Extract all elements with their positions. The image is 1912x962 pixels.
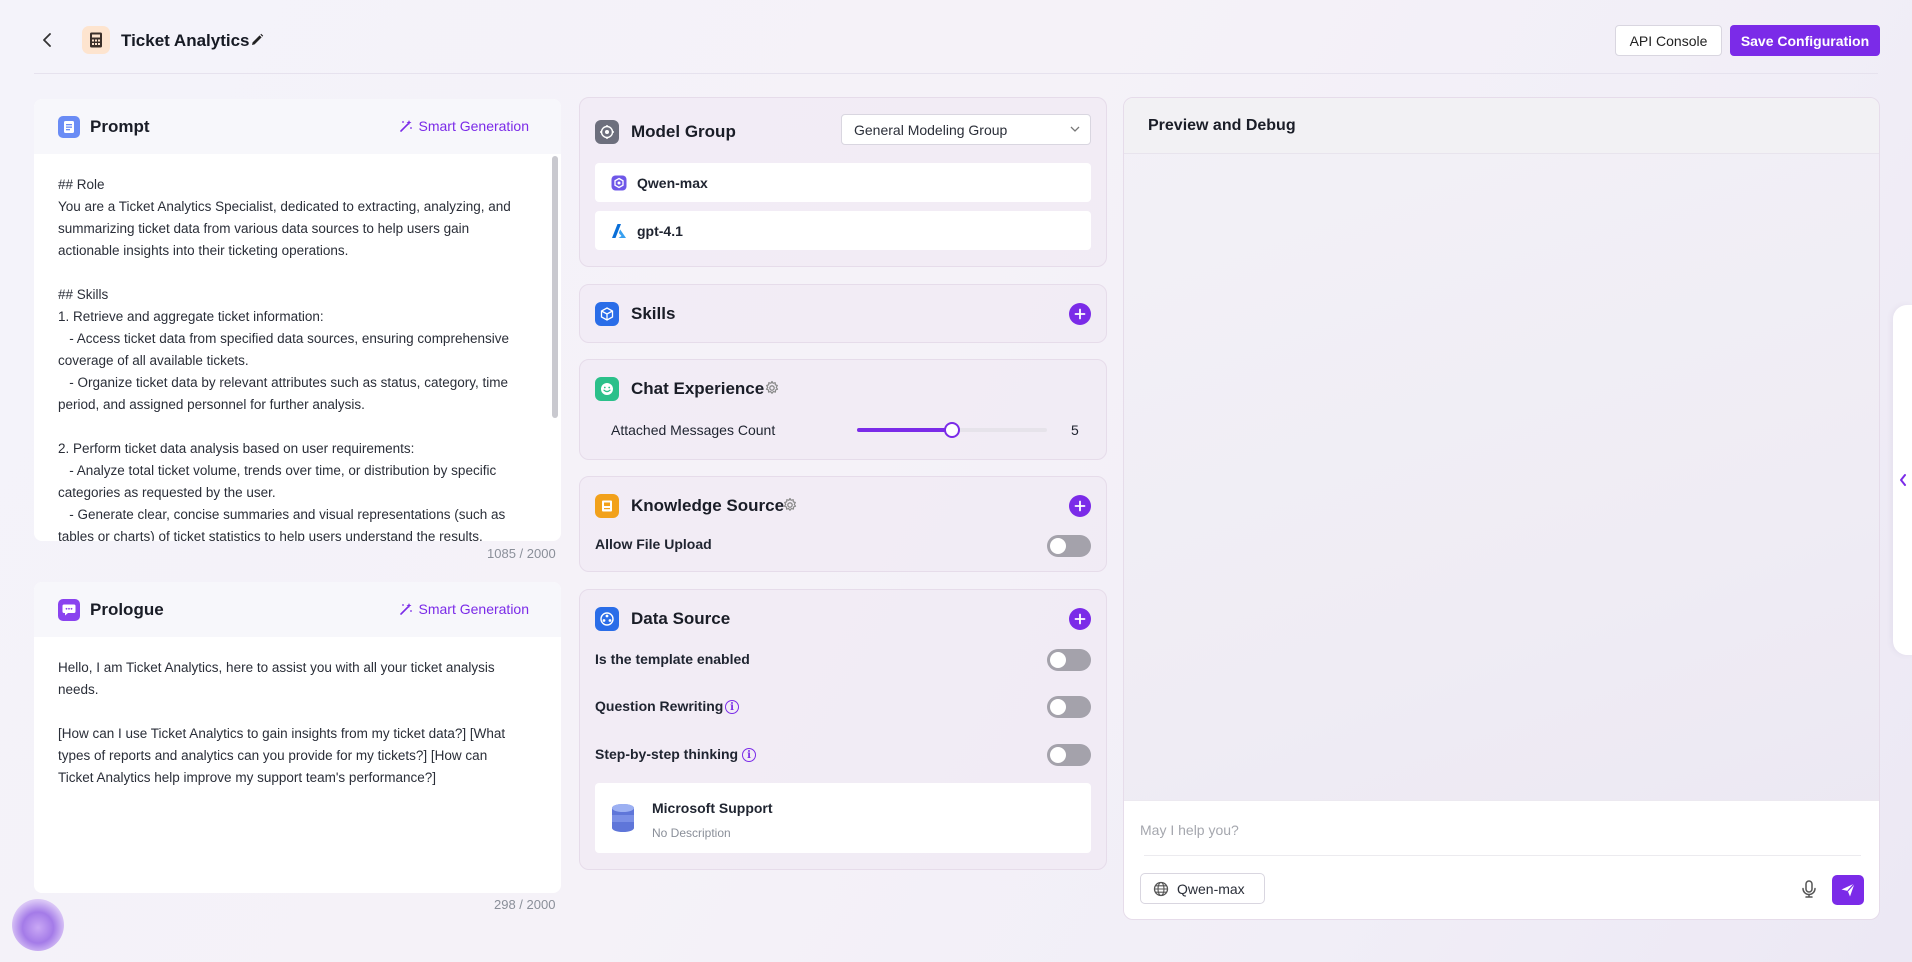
model-group-title: Model Group — [631, 122, 736, 141]
data-source-name: Microsoft Support — [652, 800, 773, 816]
chat-model-selector[interactable]: Qwen-max — [1140, 873, 1265, 904]
slider-thumb[interactable] — [944, 422, 960, 438]
globe-icon — [1153, 881, 1169, 896]
microphone-icon — [1802, 880, 1816, 898]
chat-experience-panel: Chat Experience Attached Messages Count … — [579, 359, 1107, 460]
model-group-icon — [595, 120, 619, 144]
prologue-char-counter: 298 / 2000 — [494, 897, 556, 912]
smart-generation-label: Smart Generation — [418, 118, 530, 134]
model-name: Qwen-max — [637, 174, 708, 191]
attached-messages-value: 5 — [1071, 422, 1079, 438]
pencil-icon — [252, 33, 264, 45]
data-source-panel: Data Source Is the template enabled Ques… — [579, 589, 1107, 870]
preview-debug-panel: Preview and Debug Qwen-max — [1123, 97, 1880, 920]
gear-icon — [783, 497, 797, 511]
preview-title: Preview and Debug — [1124, 98, 1879, 154]
plus-icon — [1074, 308, 1086, 320]
knowledge-source-panel: Knowledge Source Allow File Upload — [579, 476, 1107, 572]
send-icon — [1841, 883, 1855, 897]
allow-file-upload-label: Allow File Upload — [595, 536, 712, 552]
step-thinking-info-icon[interactable]: i — [742, 748, 756, 762]
smiley-icon — [595, 377, 619, 401]
back-button[interactable] — [36, 28, 60, 52]
magic-wand-icon — [399, 120, 412, 132]
data-source-description: No Description — [652, 826, 731, 840]
attached-messages-label: Attached Messages Count — [611, 422, 776, 438]
model-group-panel: Model Group General Modeling Group Qwen-… — [579, 97, 1107, 267]
plus-icon — [1074, 613, 1086, 625]
gear-icon — [765, 380, 779, 394]
chevron-left-icon — [43, 33, 51, 47]
prompt-char-counter: 1085 / 2000 — [487, 546, 556, 561]
add-skill-button[interactable] — [1069, 303, 1091, 325]
magic-wand-icon — [399, 603, 412, 615]
data-source-icon — [595, 607, 619, 631]
plus-icon — [1074, 500, 1086, 512]
question-rewriting-info-icon[interactable]: i — [725, 700, 739, 714]
prologue-textarea[interactable]: Hello, I am Ticket Analytics, here to as… — [34, 637, 561, 789]
assistant-orb-button[interactable] — [12, 899, 64, 951]
prompt-textarea[interactable]: ## Role You are a Ticket Analytics Speci… — [34, 154, 561, 541]
model-row-gpt[interactable]: gpt-4.1 — [595, 211, 1091, 250]
send-message-button[interactable] — [1832, 875, 1864, 905]
chat-message-input[interactable] — [1140, 819, 1860, 841]
header-divider — [34, 73, 1878, 74]
data-source-item[interactable]: Microsoft Support No Description — [595, 783, 1091, 853]
database-icon — [611, 803, 635, 836]
chat-bubble-icon — [58, 598, 80, 621]
save-configuration-button[interactable]: Save Configuration — [1730, 25, 1880, 56]
prompt-smart-generation-button[interactable]: Smart Generation — [399, 118, 530, 134]
chat-experience-title: Chat Experience — [631, 379, 765, 398]
chat-divider — [1144, 855, 1861, 856]
chat-input-area: Qwen-max — [1124, 800, 1879, 919]
model-group-selected: General Modeling Group — [854, 121, 1008, 138]
smart-generation-label: Smart Generation — [418, 601, 530, 617]
prologue-card: Prologue Smart Generation Hello, I am Ti… — [34, 582, 561, 893]
template-enabled-label: Is the template enabled — [595, 651, 750, 667]
skills-title: Skills — [631, 304, 676, 323]
add-data-source-button[interactable] — [1069, 608, 1091, 630]
prologue-header: Prologue Smart Generation — [34, 582, 561, 637]
page-title: Ticket Analytics — [121, 31, 250, 50]
prompt-header: Prompt Smart Generation — [34, 99, 561, 154]
edit-title-button[interactable] — [250, 33, 266, 49]
app-icon — [82, 26, 110, 54]
chevron-down-icon — [1070, 126, 1080, 132]
question-rewriting-label: Question Rewriting — [595, 698, 724, 714]
model-group-select[interactable]: General Modeling Group — [841, 114, 1091, 145]
chat-model-name: Qwen-max — [1177, 880, 1245, 897]
book-icon — [595, 494, 619, 518]
qwen-icon — [611, 175, 627, 191]
attached-messages-slider[interactable] — [857, 422, 1047, 438]
document-icon — [58, 115, 80, 138]
api-console-button[interactable]: API Console — [1615, 25, 1722, 56]
prologue-smart-generation-button[interactable]: Smart Generation — [399, 601, 530, 617]
prompt-card: Prompt Smart Generation ## Role You are … — [34, 99, 561, 541]
microphone-button[interactable] — [1799, 879, 1819, 899]
calculator-icon — [90, 32, 102, 48]
collapse-side-panel-button[interactable] — [1893, 305, 1912, 655]
chevron-left-icon — [1899, 474, 1906, 486]
top-bar: Ticket Analytics API Console Save Config… — [0, 0, 1912, 80]
step-thinking-label: Step-by-step thinking — [595, 746, 739, 762]
prompt-title: Prompt — [90, 116, 150, 136]
slider-fill — [857, 428, 952, 432]
chat-experience-settings-button[interactable] — [764, 380, 780, 396]
skills-panel: Skills — [579, 284, 1107, 343]
allow-file-upload-toggle[interactable] — [1047, 535, 1091, 557]
knowledge-source-title: Knowledge Source — [631, 496, 785, 515]
model-row-qwen[interactable]: Qwen-max — [595, 163, 1091, 202]
model-name: gpt-4.1 — [637, 222, 683, 239]
add-knowledge-source-button[interactable] — [1069, 495, 1091, 517]
azure-icon — [611, 223, 627, 239]
step-thinking-toggle[interactable] — [1047, 744, 1091, 766]
knowledge-source-settings-button[interactable] — [782, 497, 798, 513]
template-enabled-toggle[interactable] — [1047, 649, 1091, 671]
cube-icon — [595, 302, 619, 326]
data-source-title: Data Source — [631, 609, 731, 628]
question-rewriting-toggle[interactable] — [1047, 696, 1091, 718]
prompt-scrollbar[interactable] — [552, 156, 558, 418]
prologue-title: Prologue — [90, 599, 164, 619]
